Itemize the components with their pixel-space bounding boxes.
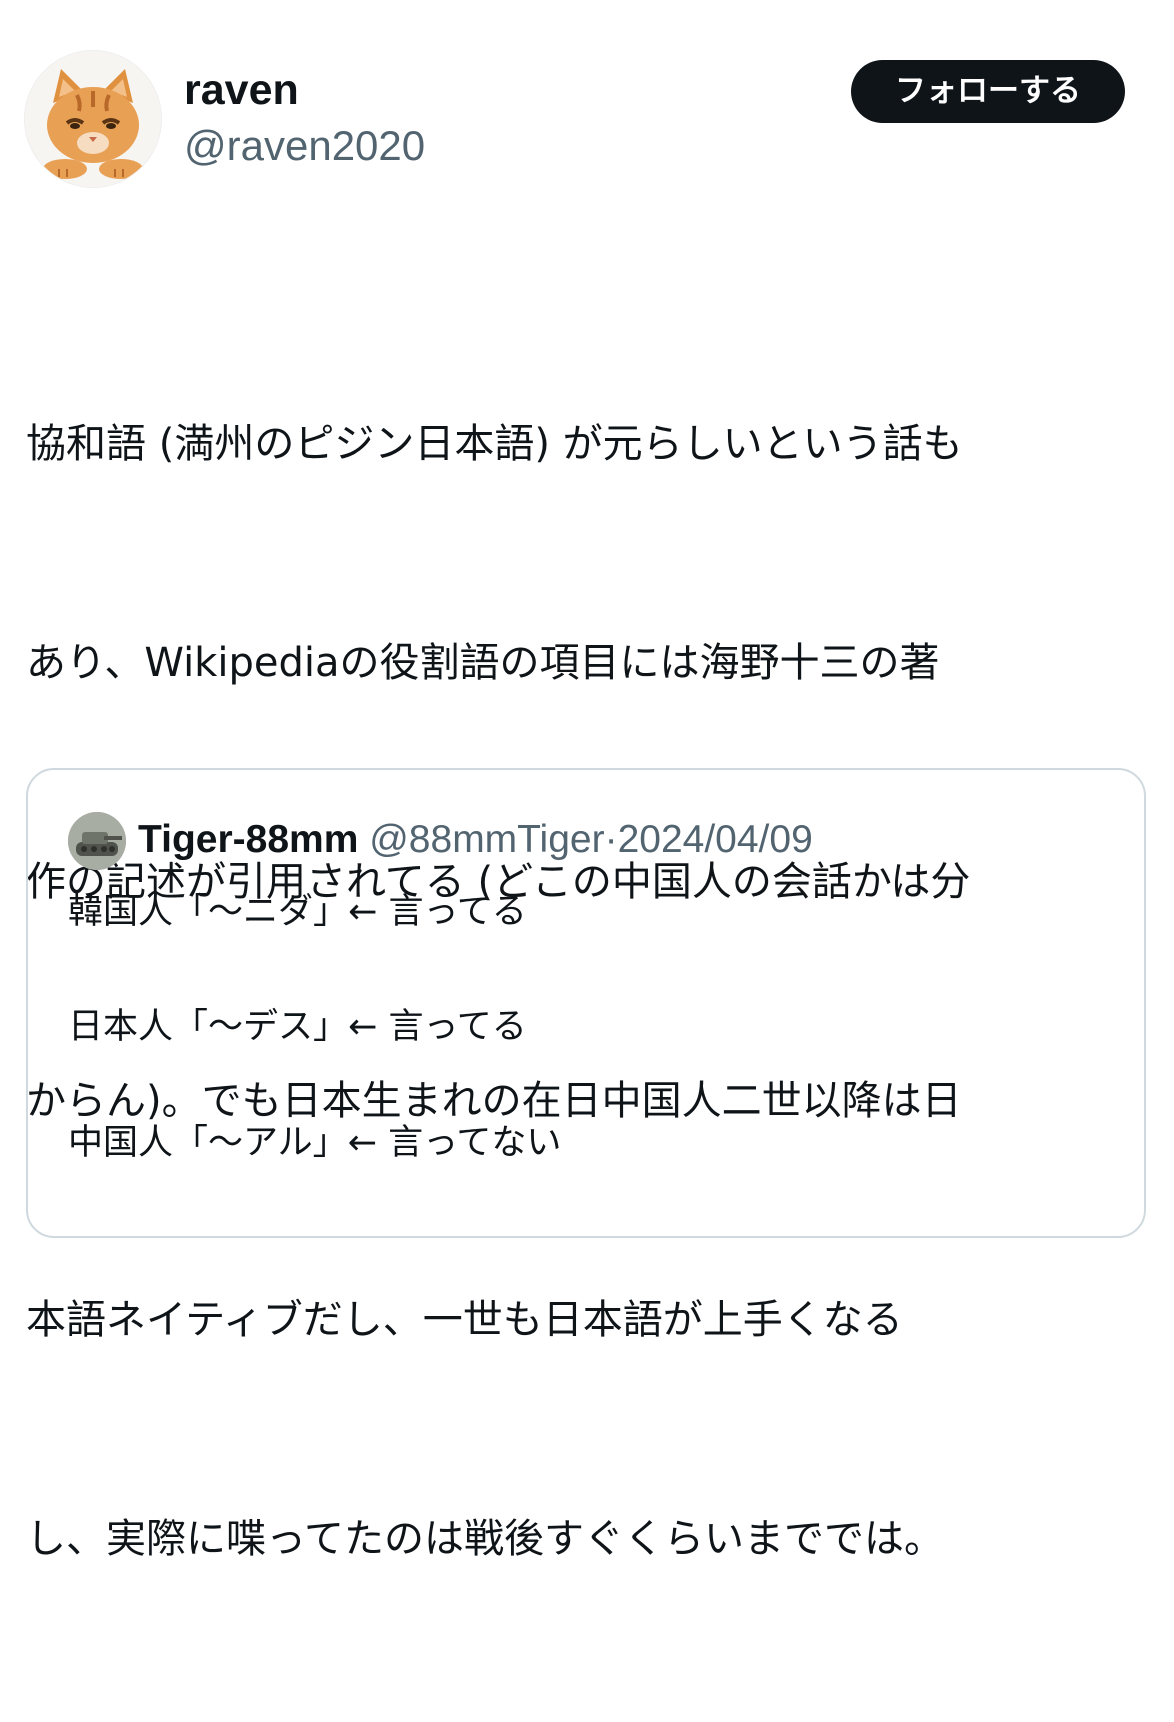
follow-button[interactable]: フォローする (851, 60, 1125, 123)
quoted-author-avatar[interactable] (68, 812, 126, 870)
author-display-name[interactable]: raven (184, 62, 299, 118)
quoted-author-name[interactable]: Tiger-88mm (138, 818, 358, 861)
quoted-post-date[interactable]: 2024/04/09 (618, 818, 813, 861)
tweet-text-line: 協和語 (満州のピジン日本語) が元らしいという話も (26, 421, 963, 467)
quoted-post-line: 中国人「〜アル」← 言ってない (68, 1123, 562, 1163)
quoted-author-handle[interactable]: @88mmTiger (369, 818, 604, 861)
tank-icon (68, 812, 126, 870)
quoted-post-line: 日本人「〜デス」← 言ってる (68, 1007, 527, 1047)
tweet-text-line: し、実際に喋ってたのは戦後すぐくらいまででは。 (26, 1516, 944, 1562)
tweet-text-line: 本語ネイティブだし、一世も日本語が上手くなる (26, 1297, 903, 1343)
cat-avatar-icon (25, 51, 161, 187)
quoted-post-line: 韓国人「〜ニダ」← 言ってる (68, 892, 527, 932)
author-avatar[interactable] (24, 50, 162, 188)
author-handle[interactable]: @raven2020 (184, 118, 425, 174)
post: raven @raven2020 フォローする 協和語 (満州のピジン日本語) … (0, 0, 1174, 1562)
header-separator: · (604, 818, 618, 861)
tweet-text-line: あり、Wikipediaの役割語の項目には海野十三の著 (26, 640, 940, 686)
quoted-post-header: Tiger-88mm @88mmTiger·2024/04/09 (138, 810, 813, 870)
quoted-post-card[interactable]: Tiger-88mm @88mmTiger·2024/04/09 韓国人「〜ニダ… (26, 768, 1146, 1238)
